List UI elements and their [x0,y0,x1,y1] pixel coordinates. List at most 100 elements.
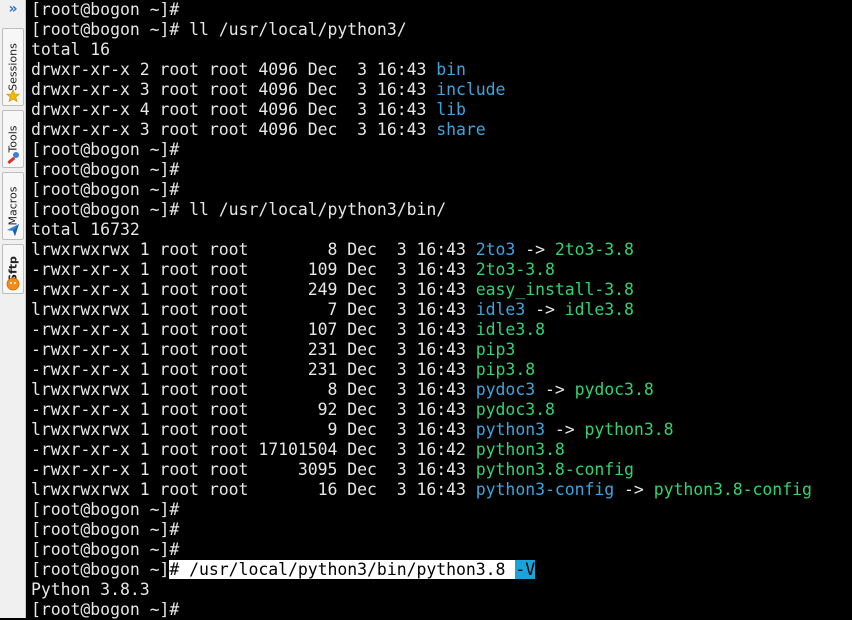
tab-macros-label: Macros [6,186,20,226]
terminal-text: pydoc3.8 [574,380,654,399]
terminal-line: -rwxr-xr-x 1 root root 231 Dec 3 16:43 p… [31,340,515,360]
tab-macros[interactable]: Macros [2,172,24,240]
terminal-text: python3.8 [475,440,565,459]
terminal-line: [root@bogon ~]# [31,600,179,620]
terminal-text: lrwxrwxrwx 1 root root 7 Dec 3 16:43 [31,300,476,319]
terminal-line: lrwxrwxrwx 1 root root 8 Dec 3 16:43 2to… [31,240,634,260]
terminal-text: -rwxr-xr-x 1 root root 17101504 Dec 3 16… [31,440,476,459]
terminal-line: drwxr-xr-x 2 root root 4096 Dec 3 16:43 … [31,60,466,80]
terminal-text: drwxr-xr-x 3 root root 4096 Dec 3 16:43 [31,120,437,139]
terminal-text: # /usr/local/python3/bin/python3.8 [169,560,516,579]
terminal-line: lrwxrwxrwx 1 root root 16 Dec 3 16:43 py… [31,480,812,500]
terminal-text: -V [515,560,536,579]
terminal-text: -rwxr-xr-x 1 root root 107 Dec 3 16:43 [31,320,476,339]
terminal-line: -rwxr-xr-x 1 root root 17101504 Dec 3 16… [31,440,565,460]
terminal-text: [root@bogon ~]# [31,140,180,159]
terminal-text: [root@bogon ~]# [31,0,180,19]
terminal-text: -rwxr-xr-x 1 root root 92 Dec 3 16:43 [31,400,476,419]
terminal-text: -rwxr-xr-x 1 root root 3095 Dec 3 16:43 [31,460,476,479]
terminal-text: easy_install-3.8 [475,280,634,299]
terminal-text: pip3.8 [475,360,536,379]
terminal-text: include [436,80,506,99]
terminal-output[interactable]: [root@bogon ~]# [root@bogon ~]# ll /usr/l… [26,0,852,620]
tools-icon [7,152,19,164]
terminal-line: -rwxr-xr-x 1 root root 109 Dec 3 16:43 2… [31,260,555,280]
terminal-text: idle3 [475,300,526,319]
terminal-text: total 16732 [31,220,140,239]
terminal-text: idle3.8 [475,320,545,339]
terminal-text: lib [436,100,466,119]
terminal-line: drwxr-xr-x 3 root root 4096 Dec 3 16:43 … [31,120,486,140]
terminal-line: -rwxr-xr-x 1 root root 107 Dec 3 16:43 i… [31,320,545,340]
terminal-text: -> [544,420,585,439]
terminal-line: lrwxrwxrwx 1 root root 8 Dec 3 16:43 pyd… [31,380,654,400]
terminal-line: [root@bogon ~]# [31,180,179,200]
terminal-text: -> [525,300,565,319]
terminal-line: [root@bogon ~]# [31,520,179,540]
terminal-line: [root@bogon ~]# [31,0,179,20]
terminal-text: [root@bogon ~]# [31,540,180,559]
terminal-line: -rwxr-xr-x 1 root root 3095 Dec 3 16:43 … [31,460,634,480]
terminal-line: -rwxr-xr-x 1 root root 249 Dec 3 16:43 e… [31,280,634,300]
terminal-line: drwxr-xr-x 3 root root 4096 Dec 3 16:43 … [31,80,505,100]
terminal-text: python3.8-config [653,480,812,499]
tab-sftp[interactable]: Sftp [2,244,24,294]
terminal-text: drwxr-xr-x 2 root root 4096 Dec 3 16:43 [31,60,437,79]
terminal-text: 2to3 [475,240,516,259]
tab-tools[interactable]: Tools [2,110,24,168]
terminal-text: -> [614,480,654,499]
terminal-text: -rwxr-xr-x 1 root root 109 Dec 3 16:43 [31,260,476,279]
terminal-text: total 16 [31,40,111,59]
side-panel: » Sessions Tools Macros Sftp [0,0,26,618]
terminal-text: pydoc3 [475,380,536,399]
terminal-text: pydoc3.8 [475,400,555,419]
terminal-text: [root@bogon ~]# [31,180,180,199]
terminal-line: -rwxr-xr-x 1 root root 231 Dec 3 16:43 p… [31,360,535,380]
terminal-text: -rwxr-xr-x 1 root root 231 Dec 3 16:43 [31,340,476,359]
tab-tools-label: Tools [6,125,20,153]
terminal-text: [root@bogon ~]# [31,520,180,539]
terminal-text: -> [515,240,555,259]
terminal-text: [root@bogon ~]# [31,160,180,179]
tab-sessions-label: Sessions [6,43,20,91]
terminal-text: lrwxrwxrwx 1 root root 8 Dec 3 16:43 [31,380,476,399]
terminal-line: [root@bogon ~]# ll /usr/local/python3/ [31,20,407,40]
terminal-text: lrwxrwxrwx 1 root root 9 Dec 3 16:43 [31,420,476,439]
terminal-line: [root@bogon ~]# [31,140,179,160]
terminal-text: [root@bogon ~] [31,560,170,579]
terminal-text: python3 [475,420,545,439]
terminal-text: python3.8 [584,420,674,439]
terminal-text: python3.8-config [475,460,634,479]
terminal-line: Python 3.8.3 [31,580,150,600]
terminal-text: drwxr-xr-x 4 root root 4096 Dec 3 16:43 [31,100,437,119]
terminal-line: [root@bogon ~]# [31,500,179,520]
terminal-text: drwxr-xr-x 3 root root 4096 Dec 3 16:43 [31,80,437,99]
terminal-text: [root@bogon ~]# [31,500,180,519]
terminal-line: [root@bogon ~]# ll /usr/local/python3/bi… [31,200,446,220]
terminal-line: [root@bogon ~]# [31,540,179,560]
terminal-text: [root@bogon ~]# [31,600,180,619]
terminal-line: total 16 [31,40,110,60]
sftp-icon [6,277,20,291]
expand-sidebar-icon[interactable]: » [3,0,23,18]
terminal-text: share [436,120,486,139]
terminal-line: total 16732 [31,220,140,240]
terminal-text: [root@bogon ~]# ll /usr/local/python3/bi… [31,200,447,219]
terminal-text: bin [436,60,466,79]
tab-sessions[interactable]: Sessions [2,28,24,106]
terminal-text: Python 3.8.3 [31,580,150,599]
terminal-text: -rwxr-xr-x 1 root root 231 Dec 3 16:43 [31,360,476,379]
terminal-text: pip3 [475,340,516,359]
terminal-text: idle3.8 [564,300,634,319]
terminal-text: python3-config [475,480,615,499]
terminal-line: -rwxr-xr-x 1 root root 92 Dec 3 16:43 py… [31,400,555,420]
terminal-line: [root@bogon ~]# /usr/local/python3/bin/p… [31,560,535,580]
terminal-text: 2to3-3.8 [554,240,634,259]
terminal-line: lrwxrwxrwx 1 root root 7 Dec 3 16:43 idl… [31,300,634,320]
terminal-line: lrwxrwxrwx 1 root root 9 Dec 3 16:43 pyt… [31,420,674,440]
terminal-line: [root@bogon ~]# [31,160,179,180]
terminal-text: 2to3-3.8 [475,260,555,279]
terminal-text: -rwxr-xr-x 1 root root 249 Dec 3 16:43 [31,280,476,299]
terminal-text: [root@bogon ~]# ll /usr/local/python3/ [31,20,407,39]
star-icon [6,89,20,103]
